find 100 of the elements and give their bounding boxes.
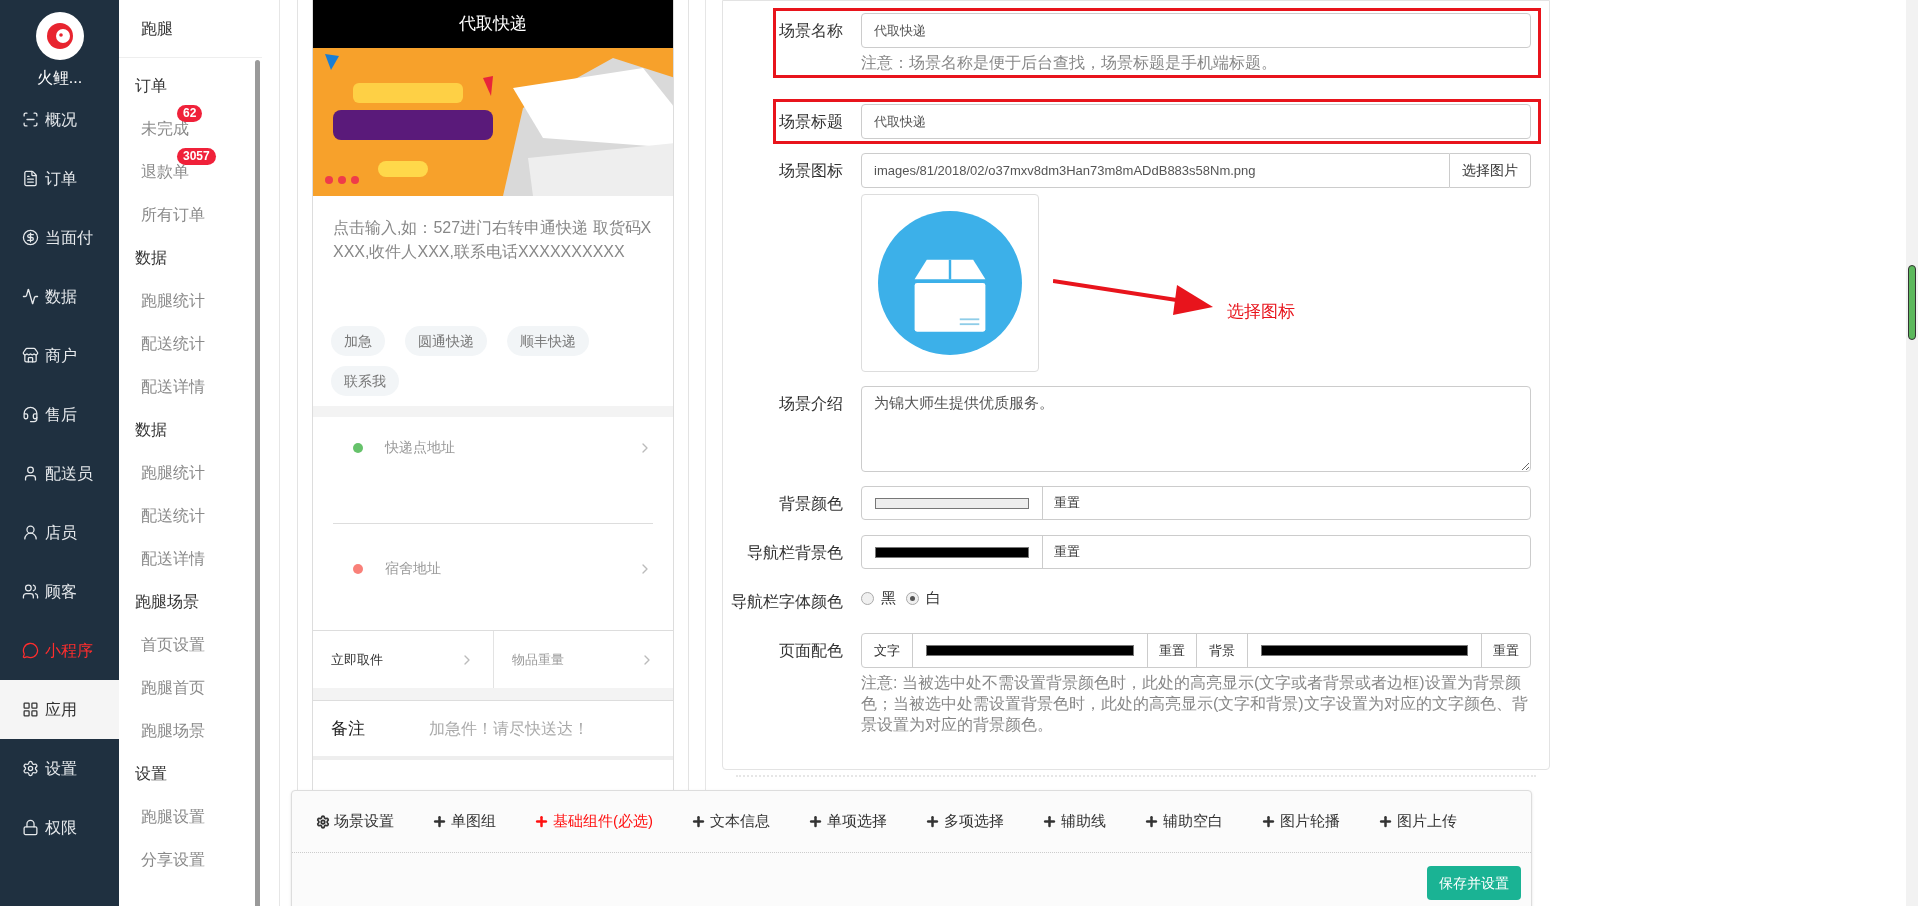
color-swatch[interactable] <box>1260 645 1468 656</box>
page-scrollbar[interactable] <box>1906 0 1918 906</box>
addon-label: 背景 <box>1196 634 1248 667</box>
radio-button[interactable] <box>906 591 919 605</box>
menu-link[interactable]: 跑腿场景 <box>141 718 205 743</box>
headset-icon <box>22 406 39 423</box>
intro-field[interactable]: 为锦大师生提供优质服务。 <box>861 386 1531 472</box>
reset-button[interactable]: 重置 <box>1481 634 1530 667</box>
choose-image-button[interactable]: 选择图片 <box>1450 153 1531 188</box>
field-label: 场景标题 <box>778 112 844 132</box>
plus-icon <box>1042 814 1057 829</box>
nav-item[interactable]: 权限 <box>0 798 119 857</box>
menu-link[interactable]: 配送统计 <box>141 331 205 356</box>
field-note: 注意：场景名称是便于后台查找，场景标题是手机端标题。 <box>861 53 1278 73</box>
nav-item[interactable]: 小程序 <box>0 621 119 680</box>
nav-item[interactable]: 数据 <box>0 267 119 326</box>
plus-icon <box>534 814 549 829</box>
plus-icon <box>1261 814 1276 829</box>
nav-item[interactable]: 当面付 <box>0 208 119 267</box>
plus-icon <box>691 814 706 829</box>
tag-chip[interactable]: 顺丰快递 <box>507 326 589 356</box>
document-icon <box>22 170 39 187</box>
color-picker[interactable]: 重置 <box>861 535 1531 569</box>
radio-button[interactable] <box>861 591 874 605</box>
settings-icon <box>22 760 39 777</box>
menu-link[interactable]: 配送详情 <box>141 374 205 399</box>
tag-chip[interactable]: 加急 <box>331 326 385 356</box>
toolbar-item[interactable]: 图片轮播 <box>1261 810 1340 833</box>
menu-link[interactable]: 跑腿设置 <box>141 804 205 829</box>
tag-chip[interactable]: 联系我 <box>331 366 399 396</box>
field-label: 场景图标 <box>778 161 844 181</box>
reset-button[interactable]: 重置 <box>1146 634 1196 667</box>
field-note: 注意: 当被选中处不需设置背景颜色时，此处的高亮显示(文字或者背景或者边框)设置为背景颜色；当被选中处需设置背景色时，此处的高亮显示(文字和背景)文字设置为对应的文字颜色、背景设置为对应的背景颜色。 <box>861 673 1529 735</box>
menu-link[interactable]: 跑腿首页 <box>141 675 205 700</box>
reset-button[interactable]: 重置 <box>1042 536 1091 568</box>
text-field[interactable]: 代取快递 <box>861 13 1531 48</box>
toolbar-item[interactable]: 场景设置 <box>316 810 394 833</box>
reset-button[interactable]: 重置 <box>1042 487 1091 519</box>
chat-icon <box>22 642 39 659</box>
nav-item[interactable]: 商户 <box>0 326 119 385</box>
path-field[interactable]: images/81/2018/02/o37mxv8dm3Han73m8mADdB883s58Nm.png <box>861 153 1450 188</box>
remark-label: 备注 <box>331 717 366 740</box>
field-label: 页面配色 <box>778 641 844 661</box>
text-field[interactable]: 代取快递 <box>861 104 1531 139</box>
people-icon <box>22 583 39 600</box>
group-title: 设置 <box>134 763 168 784</box>
toolbar-item[interactable]: 基础组件(必选) <box>534 810 653 833</box>
icon-preview[interactable] <box>861 194 1039 372</box>
menu-link[interactable]: 所有订单 <box>141 202 205 227</box>
menu-link[interactable]: 配送统计 <box>141 503 205 528</box>
addon-label: 文字 <box>862 634 913 667</box>
count-badge: 62 <box>177 105 203 122</box>
settings-icon <box>316 814 330 829</box>
plus-icon <box>432 814 447 829</box>
color-picker[interactable]: 重置 <box>861 486 1531 520</box>
menu-link[interactable]: 跑腿统计 <box>141 460 205 485</box>
tag-chip[interactable]: 圆通快递 <box>405 326 487 356</box>
person-icon <box>22 524 39 541</box>
nav-item[interactable]: 设置 <box>0 739 119 798</box>
group-title: 订单 <box>134 75 168 96</box>
plus-icon <box>808 814 823 829</box>
count-badge: 3057 <box>177 148 216 165</box>
toolbar-item[interactable]: 单图组 <box>432 810 496 833</box>
toolbar-item[interactable]: 图片上传 <box>1378 810 1457 833</box>
nav-item[interactable]: 订单 <box>0 149 119 208</box>
toolbar-item[interactable]: 多项选择 <box>925 810 1004 833</box>
grid-icon <box>22 701 39 718</box>
nav-item[interactable]: 应用 <box>0 680 119 739</box>
toolbar-item[interactable]: 单项选择 <box>808 810 887 833</box>
option-cell[interactable]: 立即取件 <box>313 631 493 688</box>
field-label: 导航栏字体颜色 <box>730 592 844 612</box>
color-swatch[interactable] <box>926 645 1134 656</box>
chart-icon <box>22 288 39 305</box>
field-label: 场景名称 <box>778 21 844 41</box>
nav-item[interactable]: 顾客 <box>0 562 119 621</box>
plus-icon <box>1144 814 1159 829</box>
group-title: 数据 <box>134 419 168 440</box>
toolbar-item[interactable]: 辅助空白 <box>1144 810 1223 833</box>
scrollbar[interactable] <box>255 60 260 906</box>
menu-link[interactable]: 首页设置 <box>141 632 205 657</box>
remark-field[interactable]: 加急件！请尽快送达！ <box>429 716 655 741</box>
nav-item[interactable]: 配送员 <box>0 444 119 503</box>
toolbar-item[interactable]: 文本信息 <box>691 810 770 833</box>
nav-item[interactable]: 概况 <box>0 90 119 149</box>
address-label: 宿舍地址 <box>385 559 442 578</box>
radio-label: 白 <box>926 587 941 608</box>
person-icon <box>22 465 39 482</box>
store-icon <box>22 347 39 364</box>
nav-item[interactable]: 店员 <box>0 503 119 562</box>
logo-icon <box>35 12 84 60</box>
nav-item[interactable]: 售后 <box>0 385 119 444</box>
menu-link[interactable]: 分享设置 <box>141 847 205 872</box>
menu-link[interactable]: 配送详情 <box>141 546 205 571</box>
toolbar-item[interactable]: 辅助线 <box>1042 810 1106 833</box>
phone-title: 代取快递 <box>459 13 527 36</box>
group-title: 数据 <box>134 247 168 268</box>
field-label: 场景介绍 <box>778 394 844 414</box>
coin-icon <box>22 229 39 246</box>
menu-link[interactable]: 跑腿统计 <box>141 288 205 313</box>
brand-name: 火鲤... <box>36 68 83 88</box>
